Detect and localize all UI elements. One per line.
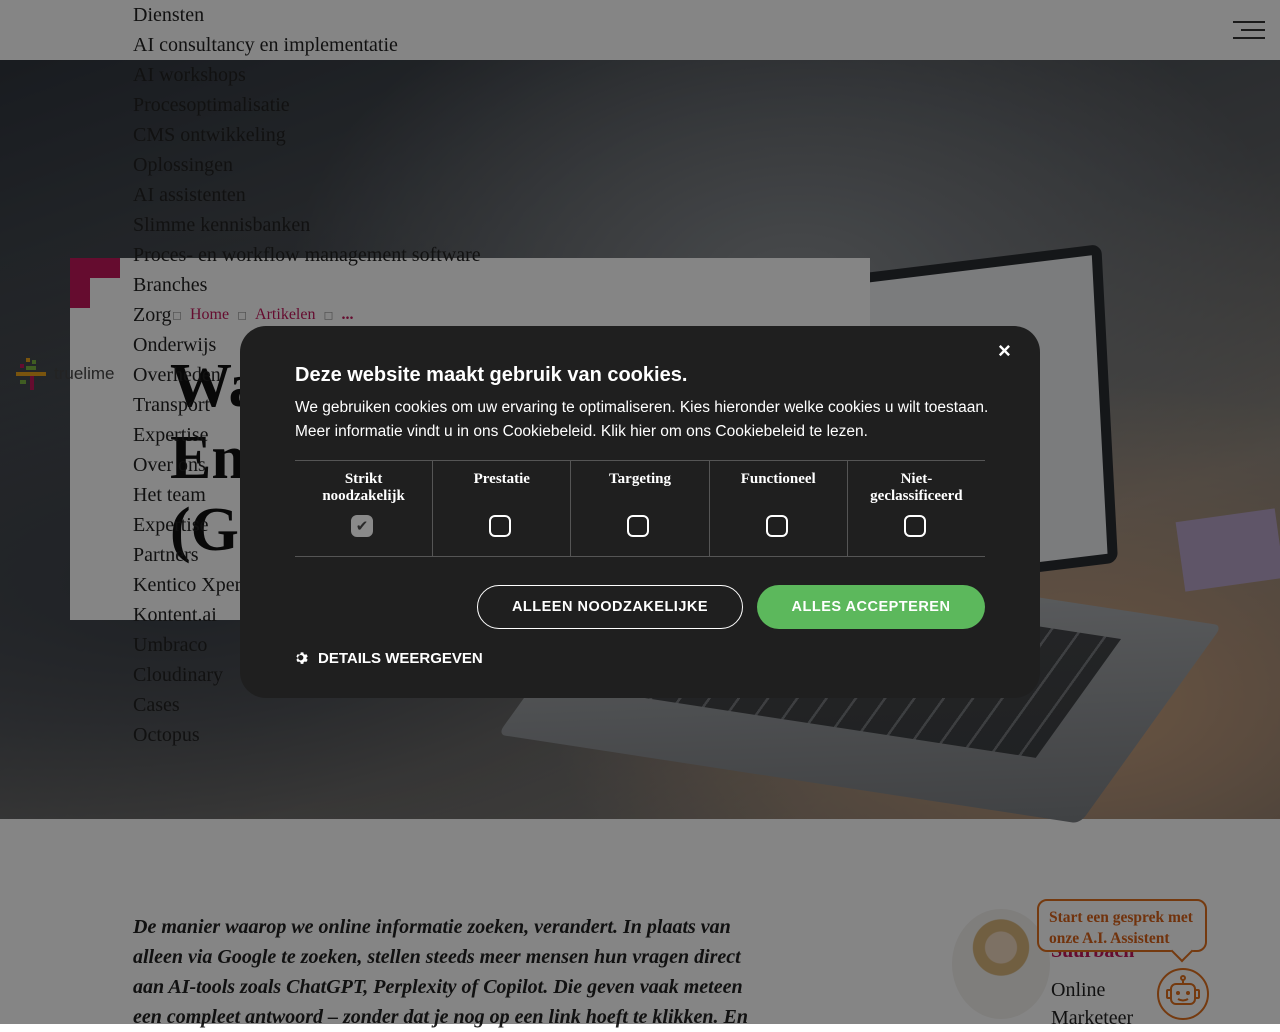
cookie-category-targeting: Targeting <box>570 461 708 556</box>
strict-checkbox[interactable]: ✔ <box>351 515 373 537</box>
details-label: DETAILS WEERGEVEN <box>318 650 483 667</box>
unclassified-checkbox[interactable] <box>903 515 926 537</box>
cookie-category-label: Targeting <box>609 471 671 487</box>
cookie-category-performance: Prestatie <box>432 461 570 556</box>
cookie-dialog: × Deze website maakt gebruik van cookies… <box>240 326 1040 698</box>
cookie-category-label: Prestatie <box>473 471 530 487</box>
cookie-category-label: Strikt noodzakelijk <box>322 471 405 504</box>
cookie-category-label: Functioneel <box>740 471 816 487</box>
cookie-category-strict: Strikt noodzakelijk ✔ <box>295 461 432 556</box>
targeting-checkbox[interactable] <box>627 515 650 537</box>
gear-icon <box>296 652 308 664</box>
cookie-category-label: Niet-geclassificeerd <box>870 471 963 504</box>
cookie-category-unclassified: Niet-geclassificeerd <box>846 461 985 556</box>
cookie-categories: Strikt noodzakelijk ✔ Prestatie Targetin… <box>295 460 985 557</box>
cookie-description: We gebruiken cookies om uw ervaring te o… <box>295 399 989 440</box>
close-icon[interactable]: × <box>998 338 1011 364</box>
necessary-only-button[interactable]: ALLEEN NOODZAKELIJKE <box>477 585 743 629</box>
functional-checkbox[interactable] <box>765 515 788 537</box>
accept-all-button[interactable]: ALLES ACCEPTEREN <box>757 585 985 629</box>
performance-checkbox[interactable] <box>489 515 512 537</box>
show-details-button[interactable]: DETAILS WEERGEVEN <box>295 650 483 667</box>
cookie-category-functional: Functioneel <box>708 461 847 556</box>
cookie-title: Deze website maakt gebruik van cookies. <box>295 364 688 386</box>
